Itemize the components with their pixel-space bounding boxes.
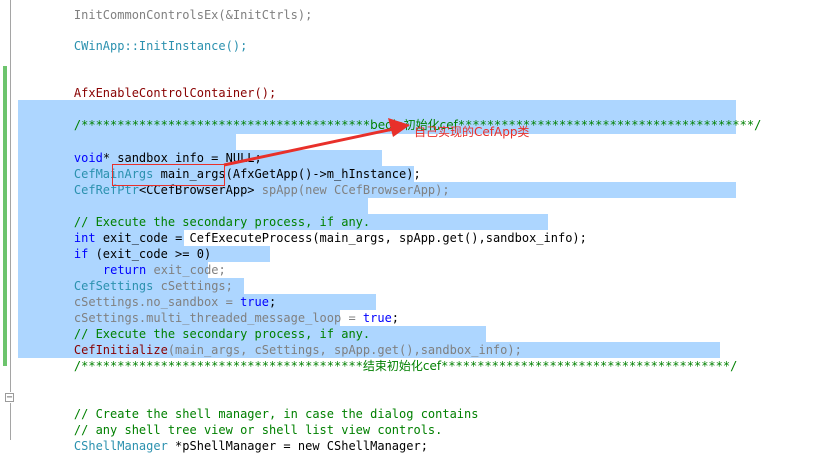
annotation-label: 自己实现的CefApp类 [414,125,530,139]
code-editor[interactable]: − InitCommonControlsEx(&InitCtrls); CWin… [0,0,829,453]
arrow-icon [223,118,410,167]
type-text: CShellManager [73,439,168,453]
code-text: *pShellManager = new CShellManager; [167,439,428,453]
